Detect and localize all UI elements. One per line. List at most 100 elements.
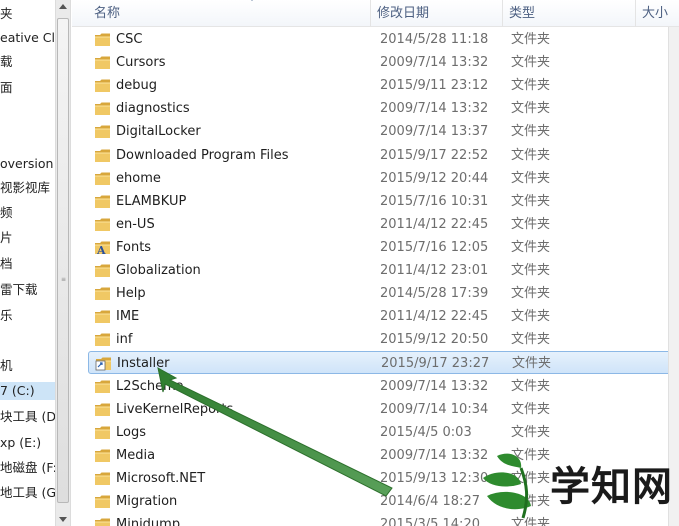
folder-icon <box>94 101 111 116</box>
nav-item[interactable]: 面 <box>0 79 13 97</box>
file-row[interactable]: ehome 2015/9/12 20:44 文件夹 <box>88 167 679 190</box>
nav-item[interactable]: 片 <box>0 229 13 247</box>
file-name: Fonts <box>116 239 152 255</box>
column-type-label: 类型 <box>509 6 536 21</box>
file-name: Microsoft.NET <box>116 470 206 486</box>
file-type: 文件夹 <box>511 401 551 417</box>
file-name: IME <box>116 309 140 325</box>
file-date: 2009/7/14 13:32 <box>380 447 489 463</box>
file-name: Downloaded Program Files <box>116 147 289 163</box>
file-row[interactable]: A Fonts 2015/7/16 12:05 文件夹 <box>88 236 679 259</box>
file-row[interactable]: Downloaded Program Files 2015/9/17 22:52 文… <box>88 144 679 167</box>
file-date: 2015/9/12 20:44 <box>380 170 489 186</box>
navigation-scrollbar[interactable]: ≡ <box>55 0 71 526</box>
nav-item[interactable]: 雷下载 <box>0 281 38 299</box>
file-row[interactable]: CSC 2014/5/28 11:18 文件夹 <box>88 28 679 51</box>
file-name: Migration <box>116 494 178 509</box>
file-type: 文件夹 <box>511 309 551 325</box>
nav-item[interactable]: 档 <box>0 255 13 273</box>
file-row[interactable]: en-US 2011/4/12 22:45 文件夹 <box>88 213 679 236</box>
nav-item[interactable]: 夹 <box>0 5 13 23</box>
file-date: 2015/9/17 23:27 <box>381 356 490 372</box>
file-type: 文件夹 <box>511 147 551 163</box>
folder-icon <box>94 55 111 70</box>
file-name: Globalization <box>116 263 201 278</box>
column-date-label: 修改日期 <box>377 6 430 21</box>
installer-folder-icon <box>95 356 112 371</box>
file-date: 2011/4/12 23:01 <box>380 263 489 278</box>
file-row[interactable]: diagnostics 2009/7/14 13:32 文件夹 <box>88 97 679 120</box>
folder-icon <box>94 494 111 509</box>
column-header-type[interactable]: 类型 <box>503 0 636 27</box>
file-name: diagnostics <box>116 101 190 117</box>
nav-item[interactable]: 地磁盘 (F:) <box>0 459 55 477</box>
svg-text:A: A <box>96 244 106 255</box>
file-row[interactable]: debug 2015/9/11 23:12 文件夹 <box>88 74 679 97</box>
watermark-logo-icon <box>483 453 531 519</box>
folder-icon <box>94 448 111 463</box>
file-row[interactable]: inf 2015/9/12 20:50 文件夹 <box>88 328 679 351</box>
file-row[interactable]: Installer 2015/9/17 23:27 文件夹 <box>88 351 679 375</box>
file-name: en-US <box>116 216 155 232</box>
file-row[interactable]: IME 2011/4/12 22:45 文件夹 <box>88 305 679 328</box>
nav-item[interactable]: 地工具 (G: <box>0 484 55 502</box>
folder-icon <box>94 332 111 347</box>
nav-item[interactable]: eative Clo <box>0 29 55 47</box>
scrollbar-thumb[interactable]: ≡ <box>57 18 69 503</box>
column-header-name[interactable]: 名称 <box>88 0 371 27</box>
folder-icon <box>94 425 111 440</box>
folder-icon <box>94 471 111 486</box>
folder-icon <box>94 379 111 394</box>
file-date: 2015/7/16 10:31 <box>380 193 489 209</box>
file-type: 文件夹 <box>511 332 551 348</box>
file-date: 2009/7/14 10:34 <box>380 401 489 417</box>
folder-icon <box>94 171 111 186</box>
file-row[interactable]: Logs 2015/4/5 0:03 文件夹 <box>88 421 679 444</box>
file-type: 文件夹 <box>511 170 551 186</box>
nav-item[interactable]: 机 <box>0 357 13 375</box>
column-header-date[interactable]: 修改日期 <box>371 0 503 27</box>
grip-icon: ≡ <box>61 276 67 283</box>
folder-icon <box>94 78 111 93</box>
file-row[interactable]: ELAMBKUP 2015/7/16 10:31 文件夹 <box>88 190 679 213</box>
file-type: 文件夹 <box>511 239 551 255</box>
file-name: Installer <box>117 356 170 372</box>
file-row[interactable]: DigitalLocker 2009/7/14 13:37 文件夹 <box>88 120 679 143</box>
navigation-pane: 夹 eative Clo 载面 oversion 视影视库频片档雷下载乐机 7 (C:) 块… <box>0 0 55 526</box>
scroll-up-arrow-icon[interactable] <box>59 4 67 9</box>
file-name: inf <box>116 332 133 348</box>
nav-item[interactable]: 载 <box>0 53 13 71</box>
column-header-size[interactable]: 大小 <box>636 0 679 27</box>
watermark-text: 学知网 <box>550 464 673 510</box>
nav-item[interactable]: 视影视库 <box>0 179 50 197</box>
file-row[interactable]: L2Schema 2009/7/14 13:32 文件夹 <box>88 375 679 398</box>
nav-item[interactable]: xp (E:) <box>0 434 41 452</box>
file-date: 2015/9/12 20:50 <box>380 332 489 348</box>
nav-item[interactable]: 7 (C:) <box>0 382 55 400</box>
file-name: LiveKernelReports <box>116 401 234 417</box>
file-row[interactable]: LiveKernelReports 2009/7/14 10:34 文件夹 <box>88 398 679 421</box>
file-date: 2015/9/11 23:12 <box>380 78 489 94</box>
folder-icon <box>94 217 111 232</box>
file-name: Cursors <box>116 55 166 71</box>
file-type: 文件夹 <box>511 378 551 394</box>
file-date: 2014/6/4 18:27 <box>380 494 480 509</box>
file-date: 2011/4/12 22:45 <box>380 216 489 232</box>
nav-item[interactable]: oversion <box>0 155 53 173</box>
column-header: 名称 修改日期 类型 大小 <box>72 0 679 27</box>
nav-item[interactable]: 频 <box>0 204 13 222</box>
file-type: 文件夹 <box>512 356 552 372</box>
file-row[interactable]: Cursors 2009/7/14 13:32 文件夹 <box>88 51 679 74</box>
nav-item[interactable]: 乐 <box>0 307 13 325</box>
file-row[interactable]: Globalization 2011/4/12 23:01 文件夹 <box>88 259 679 282</box>
nav-item[interactable]: 块工具 (D: <box>0 408 55 426</box>
file-name: debug <box>116 78 157 94</box>
file-type: 文件夹 <box>511 78 551 94</box>
scroll-down-arrow-icon[interactable] <box>59 517 67 522</box>
file-date: 2009/7/14 13:32 <box>380 101 489 117</box>
file-date: 2011/4/12 22:45 <box>380 309 489 325</box>
column-size-label: 大小 <box>642 6 669 21</box>
file-type: 文件夹 <box>511 101 551 117</box>
file-name: ehome <box>116 170 161 186</box>
file-row[interactable]: Help 2014/5/28 17:39 文件夹 <box>88 282 679 305</box>
